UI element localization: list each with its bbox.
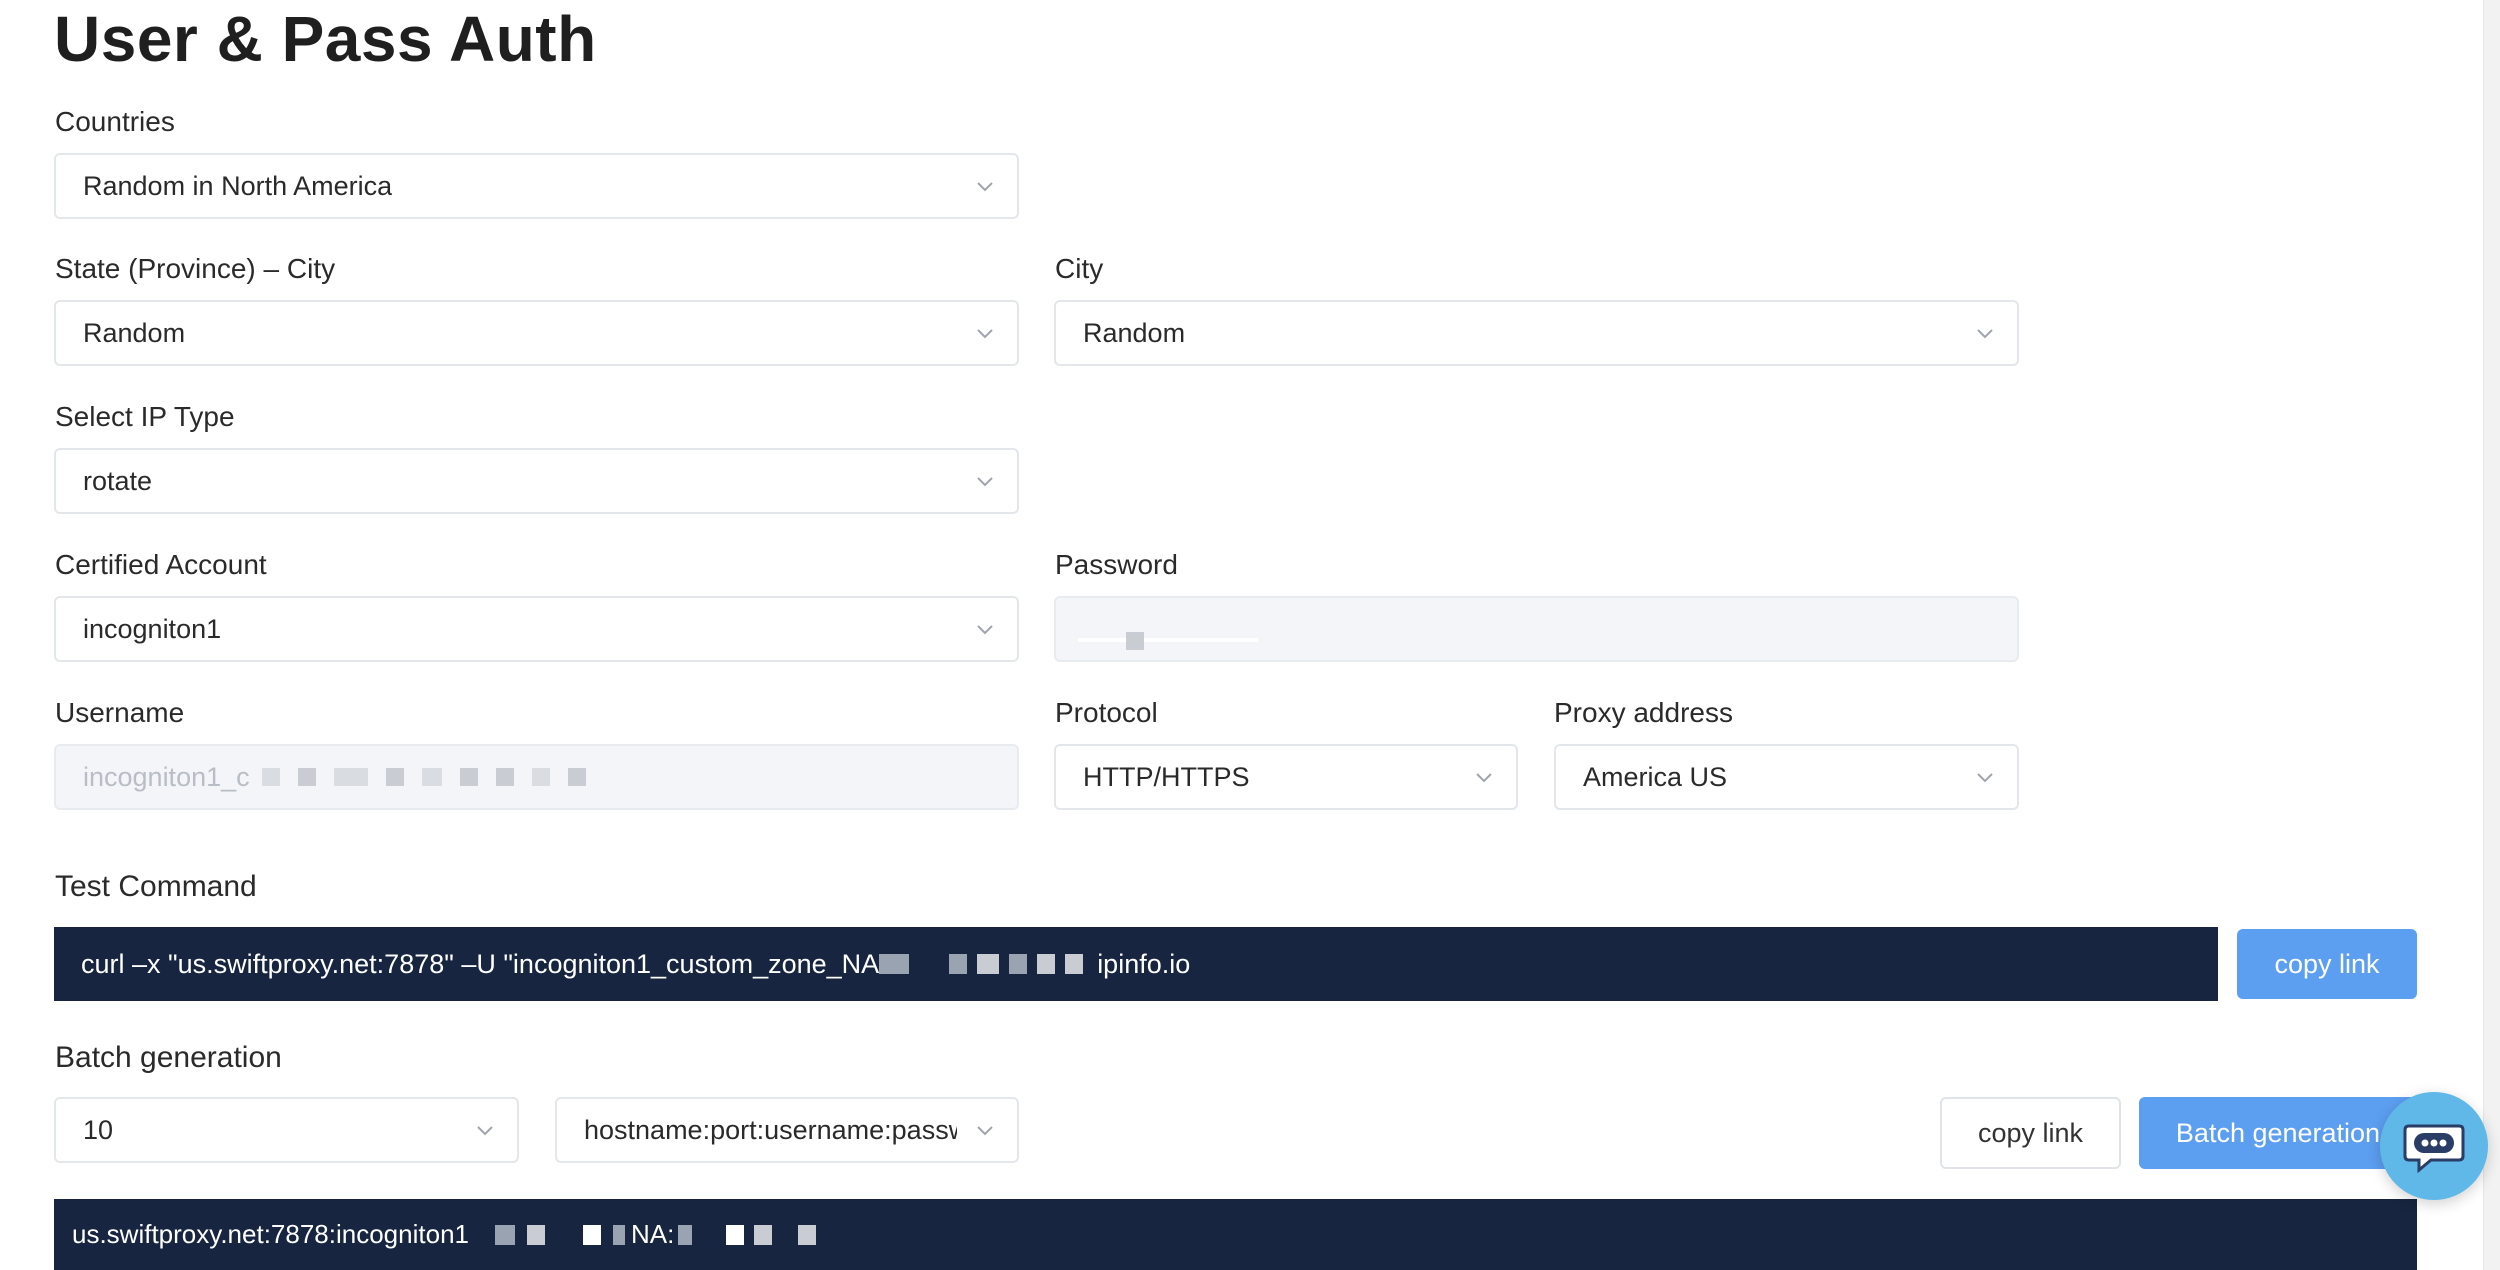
ip-type-select[interactable]: rotate	[54, 448, 1019, 514]
chevron-down-icon	[977, 182, 993, 192]
chevron-down-icon	[977, 477, 993, 487]
batch-heading: Batch generation	[55, 1041, 282, 1074]
username-field[interactable]: incogniton1_c	[54, 744, 1019, 810]
proxy-address-value: America US	[1583, 761, 1728, 792]
copy-command-button[interactable]: copy link	[2237, 929, 2417, 999]
chevron-down-icon	[1977, 329, 1993, 339]
account-value: incogniton1	[83, 613, 222, 644]
batch-generation-button[interactable]: Batch generation	[2139, 1097, 2417, 1169]
batch-output-text: us.swiftproxy.net:7878:incogniton1	[72, 1219, 469, 1249]
chevron-down-icon	[977, 625, 993, 635]
test-command-box[interactable]: curl –x "us.swiftproxy.net:7878" –U "inc…	[54, 927, 2218, 1001]
password-field[interactable]	[1054, 596, 2019, 662]
batch-count-value: 10	[83, 1114, 114, 1145]
state-city-value: Random	[83, 317, 186, 348]
proxy-address-label: Proxy address	[1554, 697, 1733, 728]
page-title: User & Pass Auth	[54, 3, 597, 75]
protocol-value: HTTP/HTTPS	[1083, 761, 1250, 792]
batch-output-redacted-2	[678, 1224, 817, 1245]
username-value: incogniton1_c	[83, 761, 250, 792]
state-city-select[interactable]: Random	[54, 300, 1019, 366]
redaction-mask	[1126, 632, 1144, 650]
countries-label: Countries	[55, 106, 175, 137]
chat-bot-icon	[2403, 1124, 2465, 1174]
account-select[interactable]: incogniton1	[54, 596, 1019, 662]
chevron-down-icon	[977, 1126, 993, 1136]
test-command-redacted	[879, 954, 1084, 974]
countries-select[interactable]: Random in North America	[54, 153, 1019, 219]
password-label: Password	[1055, 549, 1178, 580]
countries-value: Random in North America	[83, 170, 393, 201]
batch-copy-button[interactable]: copy link	[1940, 1097, 2121, 1169]
chevron-down-icon	[1977, 773, 1993, 783]
batch-output-box[interactable]: us.swiftproxy.net:7878:incogniton1 NA:	[54, 1199, 2417, 1270]
ip-type-value: rotate	[83, 465, 153, 496]
batch-output-mid: NA:	[630, 1219, 675, 1249]
chevron-down-icon	[477, 1126, 493, 1136]
redaction-mask	[1078, 638, 1258, 642]
batch-format-value: hostname:port:username:password	[584, 1114, 957, 1145]
protocol-select[interactable]: HTTP/HTTPS	[1054, 744, 1518, 810]
test-command-heading: Test Command	[55, 870, 257, 903]
chevron-down-icon	[977, 329, 993, 339]
test-command-suffix: ipinfo.io	[1097, 948, 1191, 979]
city-select[interactable]: Random	[1054, 300, 2019, 366]
chevron-down-icon	[1476, 773, 1492, 783]
batch-count-select[interactable]: 10	[54, 1097, 519, 1163]
batch-format-select[interactable]: hostname:port:username:password	[555, 1097, 1019, 1163]
account-label: Certified Account	[55, 549, 267, 580]
city-value: Random	[1083, 317, 1186, 348]
test-command-text: curl –x "us.swiftproxy.net:7878" –U "inc…	[81, 948, 880, 979]
state-city-label: State (Province) – City	[55, 253, 336, 284]
city-label: City	[1055, 253, 1104, 284]
protocol-label: Protocol	[1055, 697, 1158, 728]
ip-type-label: Select IP Type	[55, 401, 235, 432]
vertical-scrollbar[interactable]	[2483, 0, 2500, 1270]
batch-output-redacted	[494, 1224, 625, 1245]
username-redacted	[261, 768, 586, 786]
proxy-address-select[interactable]: America US	[1554, 744, 2019, 810]
username-label: Username	[55, 697, 185, 728]
chat-bot-button[interactable]	[2380, 1092, 2488, 1200]
